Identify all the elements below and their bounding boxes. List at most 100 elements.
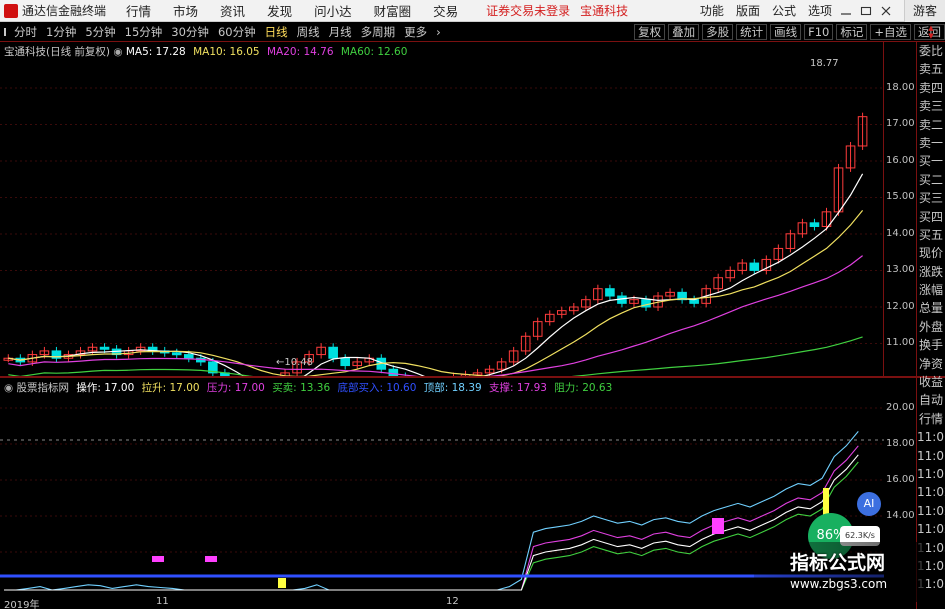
sidebar-item[interactable]: 卖一 (917, 134, 945, 152)
menu-news[interactable]: 资讯 (220, 1, 245, 20)
sidebar-item[interactable]: 净资 (917, 355, 945, 373)
price-tick: 11.00 (886, 337, 915, 348)
sidebar-item[interactable]: 收益 (917, 373, 945, 391)
sidebar-item[interactable]: 11:02 (917, 483, 945, 501)
main-menu: 行情 市场 资讯 发现 问小达 财富圈 交易 (126, 1, 480, 20)
menu-wealth[interactable]: 财富圈 (374, 1, 412, 20)
sidebar-item[interactable]: 换手 (917, 336, 945, 354)
indicator-chart[interactable] (0, 378, 884, 596)
sidebar-item[interactable]: 11:01 (917, 428, 945, 446)
right-menu: 功能 版面 公式 选项 游客 (688, 0, 945, 22)
indicator-name: 股票指标网 (16, 382, 70, 394)
minimize-icon[interactable] (840, 6, 852, 16)
sidebar-item[interactable]: 卖五 (917, 60, 945, 78)
settings-dot-icon[interactable]: ◉ (4, 382, 17, 394)
low-value: 10.48 (284, 357, 314, 368)
stock-title: 宝通科技(日线 前复权) (4, 46, 111, 58)
settings-dot-icon[interactable]: ◉ (113, 46, 126, 58)
ind-tick: 16.00 (886, 474, 915, 485)
menu-discover[interactable]: 发现 (267, 1, 292, 20)
sidebar-item[interactable]: 卖二 (917, 116, 945, 134)
sidebar-item[interactable]: 11:01 (917, 465, 945, 483)
indicator-line (4, 454, 859, 591)
period-multi[interactable]: 多周期 (361, 24, 396, 40)
menu-function[interactable]: 功能 (700, 2, 724, 19)
tool-draw[interactable]: 画线 (770, 23, 802, 40)
period-monthly[interactable]: 月线 (329, 24, 352, 40)
sidebar-item[interactable]: 委比 (917, 42, 945, 60)
period-more[interactable]: 更多 (404, 24, 427, 40)
ind-pressure: 压力: 17.00 (206, 382, 265, 394)
price-tick: 18.00 (886, 82, 915, 93)
menu-quotes[interactable]: 行情 (126, 1, 151, 20)
sidebar-item[interactable]: 买三 (917, 189, 945, 207)
price-tick: 15.00 (886, 191, 915, 202)
close-icon[interactable] (880, 6, 892, 16)
sidebar-item[interactable]: 自动 (917, 391, 945, 409)
legend-ma20: MA20: 14.76 (266, 46, 334, 58)
tool-add-watch[interactable]: +自选 (870, 23, 911, 40)
indicator-line (4, 431, 859, 591)
period-1min[interactable]: 1分钟 (46, 24, 76, 40)
sidebar-item[interactable]: 涨幅 (917, 281, 945, 299)
menu-ask[interactable]: 问小达 (314, 1, 352, 20)
sidebar-item[interactable]: 总量 (917, 299, 945, 317)
sidebar-item[interactable]: 卖三 (917, 97, 945, 115)
period-tick[interactable]: 分时 (14, 24, 37, 40)
tool-multi[interactable]: 多股 (702, 23, 734, 40)
tool-overlay[interactable]: 叠加 (668, 23, 700, 40)
collapse-icon[interactable] (4, 27, 8, 36)
tool-f10[interactable]: F10 (804, 23, 834, 40)
tool-stats[interactable]: 统计 (736, 23, 768, 40)
app-name: 通达信金融终端 (22, 4, 107, 18)
watermark-url: www.zbgs3.com (790, 577, 888, 591)
ind-resist: 阻力: 20.63 (554, 382, 613, 394)
sidebar-top-label: ▲ ▼ (928, 24, 934, 40)
candle-body (749, 262, 760, 271)
ai-button[interactable]: AI (857, 492, 881, 516)
login-notice[interactable]: 证券交易未登录 (486, 2, 570, 19)
candle-body (605, 288, 615, 297)
sidebar-item[interactable]: 11:01 (917, 447, 945, 465)
sidebar-item[interactable]: 卖四 (917, 79, 945, 97)
legend-ma5: MA5: 17.28 (125, 46, 186, 58)
maximize-icon[interactable] (860, 6, 872, 16)
tool-mark[interactable]: 标记 (836, 23, 868, 40)
menu-options[interactable]: 选项 (808, 2, 832, 19)
menu-formula[interactable]: 公式 (772, 2, 796, 19)
period-daily[interactable]: 日线 (265, 24, 288, 40)
period-5min[interactable]: 5分钟 (85, 24, 115, 40)
sidebar-item[interactable]: 11:02 (917, 502, 945, 520)
candle-body (99, 346, 110, 350)
candle-body (183, 354, 194, 359)
indicator-line (4, 461, 859, 591)
guest-button[interactable]: 游客 (903, 0, 945, 22)
trading-terminal: 通达信金融终端 行情 市场 资讯 发现 问小达 财富圈 交易 证券交易未登录 宝… (0, 0, 945, 609)
period-30min[interactable]: 30分钟 (171, 24, 209, 40)
watermark-title: 指标公式网 (790, 552, 886, 574)
period-60min[interactable]: 60分钟 (218, 24, 256, 40)
period-weekly[interactable]: 周线 (297, 24, 320, 40)
menu-layout[interactable]: 版面 (736, 2, 760, 19)
tool-adjust[interactable]: 复权 (634, 23, 666, 40)
sidebar-item[interactable]: 买二 (917, 171, 945, 189)
chevron-right-icon[interactable]: › (436, 25, 441, 39)
sidebar-item[interactable]: 买四 (917, 208, 945, 226)
kline-chart[interactable] (0, 42, 884, 376)
sidebar-item[interactable]: 涨跌 (917, 263, 945, 281)
sidebar-item[interactable]: 行情 (917, 410, 945, 428)
sidebar-item[interactable]: 买五 (917, 226, 945, 244)
period-15min[interactable]: 15分钟 (125, 24, 163, 40)
signal-bar (278, 578, 286, 588)
price-tick: 16.00 (886, 155, 915, 166)
legend-ma10: MA10: 16.05 (193, 46, 260, 58)
ind-tick: 20.00 (886, 402, 915, 413)
sidebar-item[interactable]: 11:02 (917, 520, 945, 538)
signal-bar (152, 556, 164, 562)
sidebar-item[interactable]: 买一 (917, 152, 945, 170)
sidebar-item[interactable]: 现价 (917, 244, 945, 262)
ind-op: 操作: 17.00 (76, 382, 135, 394)
sidebar-item[interactable]: 外盘 (917, 318, 945, 336)
menu-trade[interactable]: 交易 (433, 1, 458, 20)
menu-market[interactable]: 市场 (173, 1, 198, 20)
